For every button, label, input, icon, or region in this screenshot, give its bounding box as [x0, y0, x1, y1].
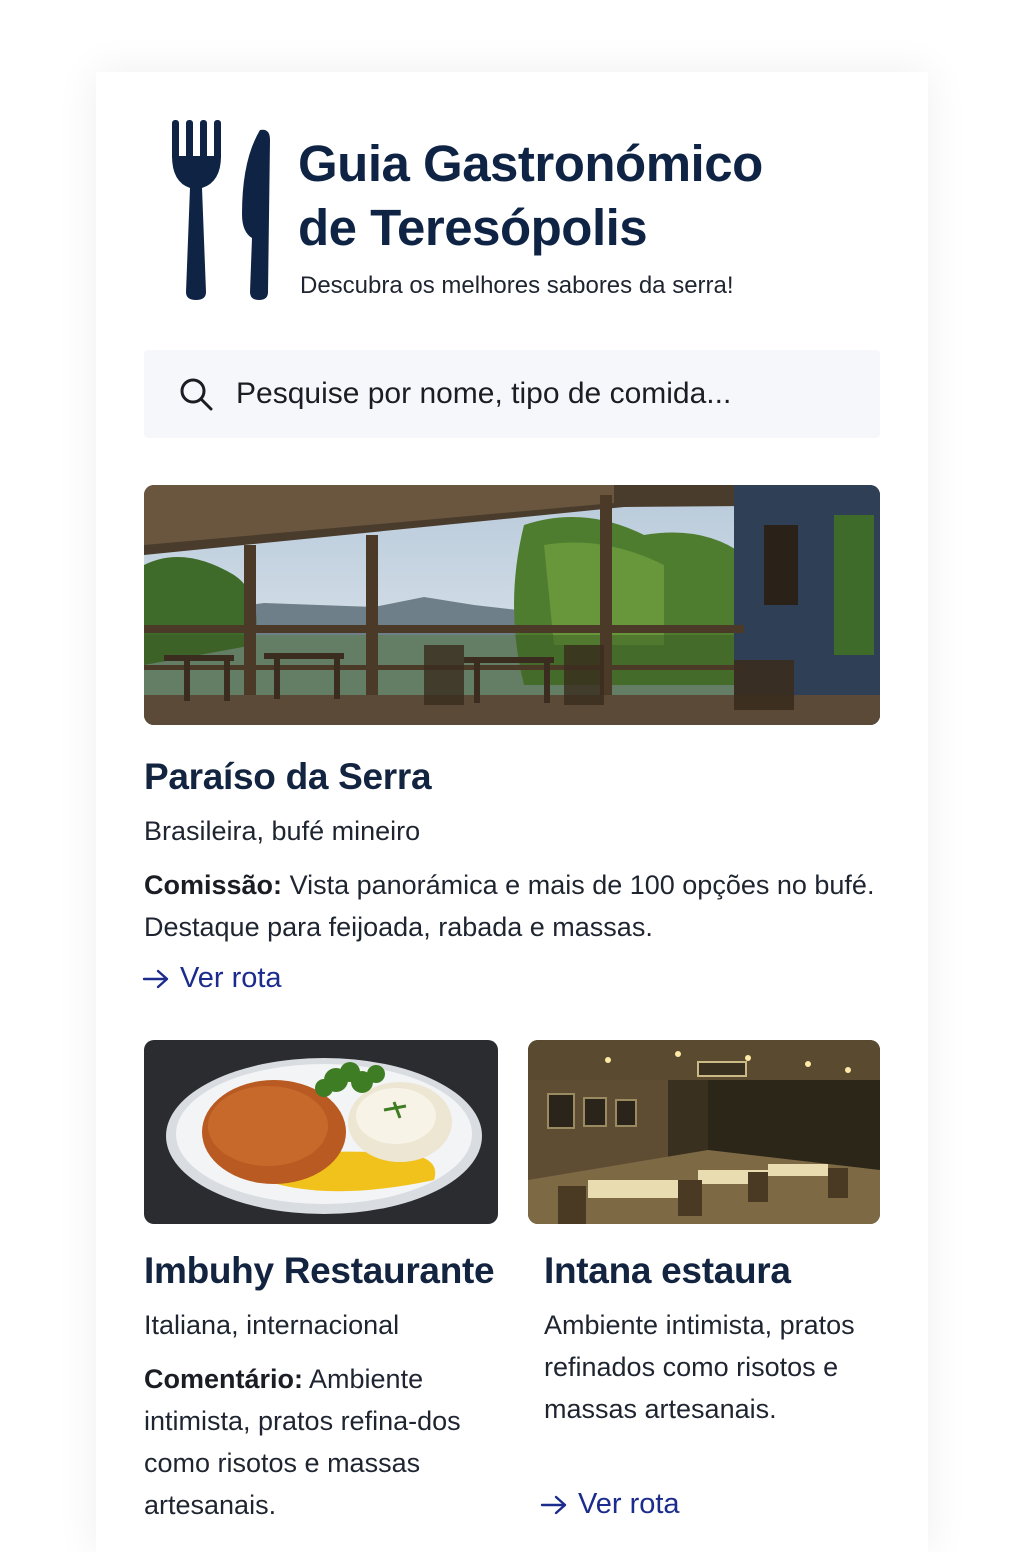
search-input[interactable]: [236, 350, 856, 438]
search-icon: [180, 378, 213, 411]
restaurant-photo-interior[interactable]: [528, 1040, 880, 1224]
restaurant-name[interactable]: Paraíso da Serra: [144, 756, 432, 798]
restaurant-name[interactable]: Intana estaura: [544, 1250, 791, 1292]
restaurant-description: Ambiente intimista, pratos refinados com…: [544, 1304, 874, 1430]
restaurant-photo-dish[interactable]: [144, 1040, 498, 1224]
guide-card: Guia Gastronómico de Teresópolis Descubr…: [96, 72, 928, 1552]
route-link-label: Ver rota: [578, 1488, 680, 1520]
description-text: Ambiente intimista, pratos refinados com…: [544, 1310, 855, 1424]
description-label: Comissão:: [144, 870, 283, 900]
arrow-right-icon: [142, 969, 169, 988]
restaurant-description: Comentário: Ambiente intimista, pratos r…: [144, 1358, 474, 1526]
route-link[interactable]: Ver rota: [142, 962, 282, 995]
arrow-right-icon: [540, 1495, 567, 1514]
description-label: Comentário:: [144, 1364, 304, 1394]
page-title: Guia Gastronómico de Teresópolis: [298, 135, 763, 256]
header: Guia Gastronómico de Teresópolis Descubr…: [168, 120, 868, 310]
route-link-label: Ver rota: [180, 962, 282, 994]
restaurant-photo-terrace[interactable]: [144, 485, 880, 725]
restaurant-name[interactable]: Imbuhy Restaurante: [144, 1250, 495, 1292]
route-link[interactable]: Ver rota: [540, 1488, 680, 1521]
restaurant-description: Comissão: Vista panorámica e mais de 100…: [144, 864, 894, 948]
restaurant-category: Brasileira, bufé mineiro: [144, 816, 421, 846]
restaurant-category: Italiana, internacional: [144, 1310, 400, 1340]
page-subtitle: Descubra os melhores sabores da serra!: [300, 272, 734, 299]
fork-and-knife-icon: [172, 120, 270, 300]
search-bar[interactable]: [144, 350, 880, 438]
